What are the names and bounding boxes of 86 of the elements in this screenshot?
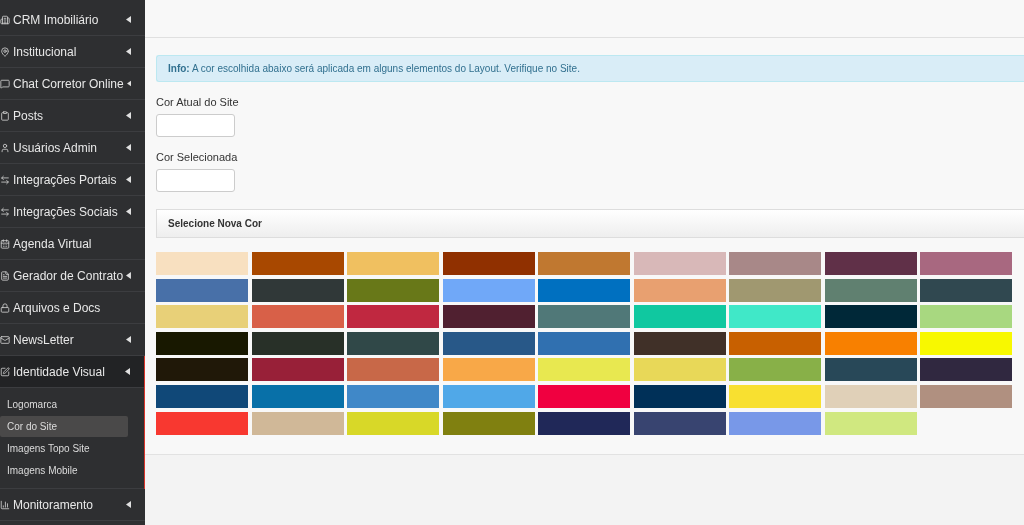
color-swatch[interactable]	[633, 252, 726, 275]
color-field[interactable]	[156, 169, 235, 192]
menu-icon	[0, 238, 10, 249]
color-swatch[interactable]	[442, 305, 535, 329]
menu-icon	[0, 142, 10, 153]
color-swatch[interactable]	[633, 331, 726, 355]
menu-icon	[0, 174, 10, 185]
color-swatch[interactable]	[824, 252, 917, 275]
color-swatch[interactable]	[442, 331, 535, 355]
color-swatch[interactable]	[920, 331, 1012, 355]
menu-icon	[0, 78, 10, 89]
submenu-item[interactable]: Logomarca	[0, 394, 128, 415]
color-swatch[interactable]	[251, 278, 344, 302]
color-swatch[interactable]	[347, 358, 439, 382]
color-swatch[interactable]	[442, 384, 535, 408]
color-swatch[interactable]	[920, 358, 1012, 382]
color-swatch[interactable]	[251, 252, 344, 275]
sidebar-item[interactable]: Identidade Visual	[0, 356, 144, 388]
info-alert: Info: A cor escolhida abaixo será aplicada em alguns elementos do Layout. Verifique no Site.	[156, 55, 1024, 82]
color-swatch[interactable]	[538, 358, 630, 382]
color-swatch[interactable]	[251, 384, 344, 408]
color-swatch[interactable]	[347, 331, 439, 355]
menu-icon	[0, 366, 10, 377]
submenu-item[interactable]: Imagens Topo Site	[0, 438, 128, 459]
color-swatch[interactable]	[824, 411, 917, 435]
color-swatch[interactable]	[920, 305, 1012, 329]
color-swatch[interactable]	[442, 252, 535, 275]
submenu-item[interactable]: Cor do Site	[0, 416, 128, 437]
color-swatch[interactable]	[538, 305, 630, 329]
color-swatch[interactable]	[633, 411, 726, 435]
color-swatch[interactable]	[633, 358, 726, 382]
color-swatch[interactable]	[347, 305, 439, 329]
color-swatch[interactable]	[538, 278, 630, 302]
menu-icon	[0, 110, 10, 121]
color-swatch[interactable]	[824, 358, 917, 382]
menu-icon	[0, 270, 10, 281]
color-swatch[interactable]	[251, 331, 344, 355]
color-swatch[interactable]	[156, 305, 248, 329]
color-swatch[interactable]	[156, 278, 248, 302]
color-swatch[interactable]	[920, 384, 1012, 408]
color-swatch[interactable]	[156, 411, 248, 435]
menu-icon	[0, 14, 10, 25]
color-swatch[interactable]	[538, 252, 630, 275]
color-swatch[interactable]	[633, 305, 726, 329]
color-swatch[interactable]	[347, 278, 439, 302]
color-swatch[interactable]	[729, 384, 821, 408]
color-swatch[interactable]	[824, 278, 917, 302]
menu-icon	[0, 206, 10, 217]
color-swatch[interactable]	[251, 305, 344, 329]
menu-icon	[0, 302, 10, 313]
color-swatch[interactable]	[920, 252, 1012, 275]
menu-icon	[0, 499, 10, 510]
color-swatch[interactable]	[824, 384, 917, 408]
color-swatch[interactable]	[156, 384, 248, 408]
panel-title: Selecione Nova Cor	[168, 218, 262, 229]
color-swatch[interactable]	[442, 278, 535, 302]
color-swatch[interactable]	[633, 278, 726, 302]
submenu-item[interactable]: Imagens Mobile	[0, 460, 128, 481]
color-swatch[interactable]	[729, 331, 821, 355]
color-swatch[interactable]	[156, 358, 248, 382]
color-swatch[interactable]	[347, 411, 439, 435]
color-swatch[interactable]	[538, 411, 630, 435]
color-swatch[interactable]	[251, 358, 344, 382]
field-label: Cor Selecionada	[156, 151, 238, 163]
color-field[interactable]	[156, 114, 235, 137]
color-swatch[interactable]	[156, 252, 248, 275]
color-swatch[interactable]	[729, 305, 821, 329]
color-swatch[interactable]	[538, 384, 630, 408]
field-label: Cor Atual do Site	[156, 96, 239, 108]
color-swatch[interactable]	[824, 331, 917, 355]
menu-icon	[0, 334, 10, 345]
color-swatch[interactable]	[729, 252, 821, 275]
color-swatch[interactable]	[442, 358, 535, 382]
color-swatch[interactable]	[729, 411, 821, 435]
color-swatch[interactable]	[538, 331, 630, 355]
color-swatch[interactable]	[633, 384, 726, 408]
color-swatch[interactable]	[729, 358, 821, 382]
color-swatch[interactable]	[347, 384, 439, 408]
color-swatch[interactable]	[729, 278, 821, 302]
color-swatch[interactable]	[251, 411, 344, 435]
color-swatch[interactable]	[156, 331, 248, 355]
menu-icon	[0, 46, 10, 57]
color-swatch[interactable]	[824, 305, 917, 329]
color-swatch[interactable]	[442, 411, 535, 435]
color-swatch[interactable]	[347, 252, 439, 275]
color-swatch[interactable]	[920, 278, 1012, 302]
